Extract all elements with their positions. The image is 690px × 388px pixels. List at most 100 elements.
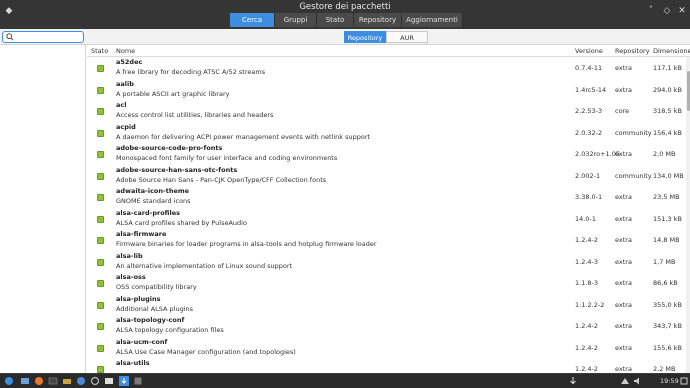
table-row[interactable]: alsa-plugins Additional ALSA plugins 1:1.2… <box>87 294 690 316</box>
table-row[interactable]: alsa-oss OSS compatibility library 1.1.8-3… <box>87 272 690 294</box>
window-title: Gestore dei pacchetti <box>299 2 391 12</box>
package-name: a52dec <box>116 58 143 66</box>
minimize-icon[interactable]: ˇ <box>646 6 656 16</box>
installed-status-checkbox[interactable] <box>97 215 104 223</box>
maximize-icon[interactable]: ◇ <box>662 6 672 16</box>
titlebar[interactable]: ◆ Gestore dei pacchetti ˇ ◇ ✕ Cerca Grup… <box>0 0 690 29</box>
table-row[interactable]: a52dec A free library for decoding ATSC A… <box>87 57 690 79</box>
close-icon[interactable]: ✕ <box>677 6 687 16</box>
package-repository: community <box>615 128 652 137</box>
files-icon[interactable] <box>20 376 30 386</box>
table-row[interactable]: alsa-topology-conf ALSA topology configur… <box>87 315 690 337</box>
sidebar <box>0 45 86 373</box>
package-version: 2.2.53-3 <box>575 107 603 115</box>
installed-status-checkbox[interactable] <box>97 151 104 158</box>
installed-status-checkbox[interactable] <box>97 237 104 244</box>
app-menu-icon[interactable] <box>4 376 14 386</box>
installed-status-checkbox[interactable] <box>97 108 104 115</box>
column-header-repository[interactable]: Repository <box>615 47 650 55</box>
package-size: 2,0 MB <box>653 150 676 158</box>
installed-status-checkbox[interactable] <box>97 366 104 373</box>
package-repository: extra <box>615 85 632 94</box>
package-name: alsa-card-profiles <box>116 208 181 217</box>
clock[interactable]: 19:59 <box>660 377 679 385</box>
settings-icon[interactable] <box>90 376 100 386</box>
table-row[interactable]: alsa-ucm-conf ALSA Use Case Manager confi… <box>87 337 690 359</box>
table-row[interactable]: acl Access control list utilities, librar… <box>87 100 690 122</box>
vertical-scrollbar[interactable] <box>686 57 690 373</box>
package-version: 1.2.4-2 <box>575 343 599 352</box>
show-desktop-icon[interactable] <box>679 376 689 386</box>
package-repository: extra <box>615 214 632 223</box>
table-row[interactable]: alsa-utils 1.2.4-2 extra 2,2 MB <box>87 358 690 373</box>
table-row[interactable]: adobe-source-han-sans-otc-fonts Adobe Sou… <box>87 165 690 187</box>
package-version: 1.1.8-3 <box>575 279 599 287</box>
package-name: alsa-oss <box>116 273 146 281</box>
package-name: alsa-lib <box>116 251 143 260</box>
package-name: acl <box>116 101 127 109</box>
tab-cerca[interactable]: Cerca <box>230 13 275 27</box>
package-name: acpid <box>116 122 136 131</box>
package-size: 151,3 kB <box>653 214 682 223</box>
installed-status-checkbox[interactable] <box>97 344 104 352</box>
table-row[interactable]: adwaita-icon-theme GNOME standard icons 3.… <box>87 186 690 208</box>
package-version: 1.4rc5-14 <box>575 85 607 94</box>
package-size: 1,7 MB <box>653 257 676 266</box>
package-manager-window: ◆ Gestore dei pacchetti ˇ ◇ ✕ Cerca Grup… <box>0 0 690 373</box>
column-header-status[interactable]: Stato <box>91 47 108 55</box>
package-description: Adobe Source Han Sans - Pan-CJK OpenType… <box>116 175 327 184</box>
subtab-repository[interactable]: Repository <box>344 31 386 43</box>
tab-repository[interactable]: Repository <box>354 13 402 27</box>
package-repository: extra <box>615 300 632 309</box>
package-description: ALSA card profiles shared by PulseAudio <box>116 218 247 227</box>
table-row[interactable]: alsa-card-profiles ALSA card profiles sha… <box>87 208 690 230</box>
table-row[interactable]: alsa-lib An alternative implementation of… <box>87 251 690 273</box>
table-row[interactable]: acpid A daemon for delivering ACPI power … <box>87 122 690 144</box>
tab-gruppi[interactable]: Gruppi <box>275 13 317 27</box>
column-header-size[interactable]: Dimensione <box>653 47 690 55</box>
installed-status-checkbox[interactable] <box>97 301 104 309</box>
package-description: ALSA topology configuration files <box>116 326 224 334</box>
terminal-icon[interactable] <box>48 376 58 386</box>
download-tray-icon[interactable] <box>568 376 578 386</box>
package-version: 0.7.4-11 <box>575 64 603 72</box>
column-header-name[interactable]: Nome <box>116 47 135 55</box>
firefox-icon[interactable] <box>34 376 44 386</box>
search-input[interactable] <box>2 31 84 43</box>
software-icon[interactable] <box>133 376 143 386</box>
package-version: 1.2.4-2 <box>575 365 599 373</box>
installed-status-checkbox[interactable] <box>97 323 104 330</box>
package-name: alsa-ucm-conf <box>116 337 168 346</box>
browser-icon[interactable] <box>76 376 86 386</box>
volume-icon[interactable] <box>633 376 643 386</box>
installed-status-checkbox[interactable] <box>97 258 104 266</box>
package-repository: community <box>615 171 652 180</box>
column-header-version[interactable]: Versione <box>575 47 603 55</box>
package-version: 2.002-1 <box>575 171 601 180</box>
table-row[interactable]: alsa-firmware Firmware binaries for loade… <box>87 229 690 251</box>
installed-status-checkbox[interactable] <box>97 194 104 201</box>
package-repository: extra <box>615 193 632 201</box>
installed-status-checkbox[interactable] <box>97 129 104 137</box>
mail-icon[interactable] <box>104 376 114 386</box>
table-row[interactable]: adobe-source-code-pro-fonts Monospaced fo… <box>87 143 690 165</box>
source-tabs: Repository AUR <box>344 31 428 43</box>
folder-icon[interactable] <box>62 376 72 386</box>
package-description: Additional ALSA plugins <box>116 304 194 313</box>
subtab-aur[interactable]: AUR <box>386 31 428 43</box>
installed-status-checkbox[interactable] <box>97 172 104 180</box>
taskbar: 19:59 <box>0 373 690 388</box>
package-manager-icon[interactable] <box>119 376 129 386</box>
table-row[interactable]: aalib A portable ASCII art graphic librar… <box>87 79 690 101</box>
package-description: Access control list utilities, libraries… <box>116 111 274 119</box>
package-description: ALSA Use Case Manager configuration (and… <box>116 347 296 356</box>
tab-aggiornamenti[interactable]: Aggiornamenti <box>402 13 463 27</box>
tab-stato[interactable]: Stato <box>317 13 354 27</box>
installed-status-checkbox[interactable] <box>97 280 104 287</box>
network-icon[interactable] <box>620 376 630 386</box>
installed-status-checkbox[interactable] <box>97 65 104 72</box>
package-version: 1.2.4-2 <box>575 236 599 244</box>
package-name: alsa-topology-conf <box>116 316 185 324</box>
package-description: A daemon for delivering ACPI power manag… <box>116 132 371 141</box>
installed-status-checkbox[interactable] <box>97 86 104 94</box>
